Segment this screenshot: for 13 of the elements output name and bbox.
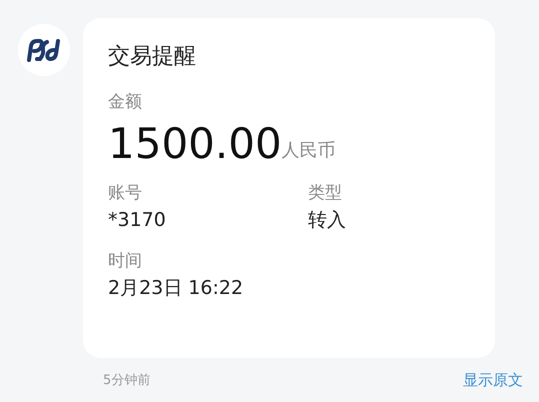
field-label: 账号 <box>108 182 143 205</box>
field-label: 类型 <box>308 182 343 205</box>
time-value: 2月23日 16:22 <box>108 276 244 301</box>
card-title: 交易提醒 <box>108 43 197 71</box>
amount-value: 1500.00 <box>108 118 282 170</box>
show-original-link[interactable]: 显示原文 <box>463 369 523 392</box>
time-ago: 5分钟前 <box>103 372 150 390</box>
logo-icon <box>27 38 61 62</box>
field-value: 转入 <box>308 208 346 233</box>
time-label: 时间 <box>108 250 143 273</box>
currency-label: 人民币 <box>282 139 336 163</box>
amount-label: 金额 <box>108 91 143 114</box>
field-value: *3170 <box>108 208 167 233</box>
